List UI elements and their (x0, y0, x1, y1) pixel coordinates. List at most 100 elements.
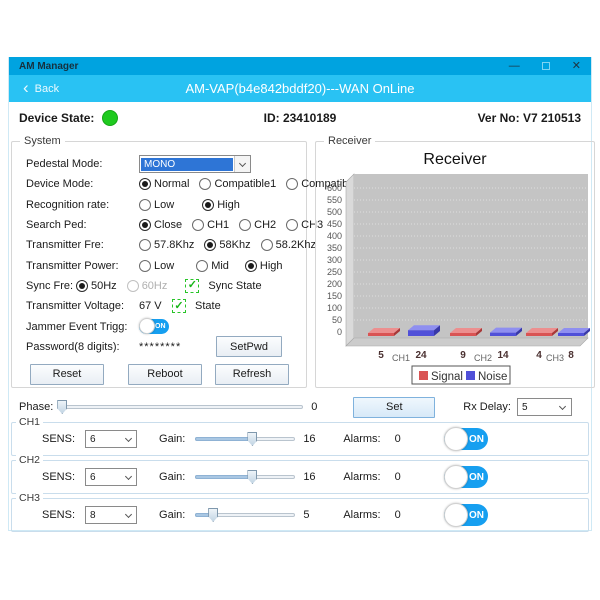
pedestal-mode-label: Pedestal Mode: (26, 158, 139, 170)
ch1-on-toggle[interactable]: ON (444, 428, 488, 450)
setpwd-button[interactable]: SetPwd (216, 336, 282, 357)
radio-ch3[interactable] (286, 219, 298, 231)
svg-text:150: 150 (327, 291, 342, 301)
minimize-icon[interactable]: — (509, 61, 520, 72)
radio-high[interactable] (245, 260, 257, 272)
maximize-icon[interactable] (542, 62, 550, 70)
radio-label: 58Khz (219, 239, 250, 251)
password-row: Password(8 digits): ******** SetPwd (26, 337, 306, 357)
ch1-sens-select[interactable]: 6 (85, 430, 137, 448)
sens-label: SENS: (42, 509, 75, 521)
radio-58khz[interactable] (204, 239, 216, 251)
radio-label: 60Hz (142, 280, 168, 292)
phase-row: Phase: 0 Set Rx Delay: 5 (9, 396, 591, 418)
alarms-value: 0 (395, 509, 401, 521)
slider-track (59, 405, 303, 409)
ch3-groupbox: CH3 SENS: 8 Gain: 5 Alarms: 0 ON (11, 498, 589, 532)
svg-text:Noise: Noise (478, 371, 507, 383)
transmitter-fre-row: Transmitter Fre: 57.8Khz 58Khz 58.2Khz (26, 235, 306, 255)
svg-text:14: 14 (497, 350, 509, 361)
ch2-gain-slider[interactable] (195, 470, 295, 484)
slider-thumb[interactable] (247, 470, 257, 484)
rx-delay-label: Rx Delay: (463, 401, 511, 413)
close-icon[interactable]: ✕ (572, 61, 581, 72)
radio-50hz[interactable] (76, 280, 88, 292)
alarms-label: Alarms: (343, 509, 380, 521)
radio-compatible1[interactable] (199, 178, 211, 190)
reboot-button[interactable]: Reboot (128, 364, 202, 385)
gain-value: 5 (303, 509, 325, 521)
gain-label: Gain: (159, 471, 185, 483)
status-row: Device State: ID: 23410189 Ver No: V7 21… (9, 102, 591, 133)
pedestal-mode-row: Pedestal Mode: MONO (26, 154, 306, 174)
svg-text:0: 0 (337, 327, 342, 337)
svg-text:50: 50 (332, 315, 342, 325)
transmitter-voltage-row: Transmitter Voltage: 67 V State (26, 296, 306, 316)
radio-high[interactable] (202, 199, 214, 211)
refresh-button[interactable]: Refresh (215, 364, 289, 385)
gain-value: 16 (303, 433, 325, 445)
receiver-groupbox-label: Receiver (324, 135, 375, 147)
pedestal-mode-select[interactable]: MONO (139, 155, 251, 173)
transmitter-voltage-label: Transmitter Voltage: (26, 300, 139, 312)
ch1-gain-slider[interactable] (195, 432, 295, 446)
device-id: ID: 23410189 (9, 111, 591, 125)
password-label: Password(8 digits): (26, 341, 139, 353)
device-mode-row: Device Mode: Normal Compatible1 Compatib… (26, 174, 306, 194)
svg-text:CH3: CH3 (546, 353, 564, 363)
radio-ch1[interactable] (192, 219, 204, 231)
toggle-knob (444, 427, 468, 451)
alarms-value: 0 (395, 471, 401, 483)
sens-value: 6 (86, 434, 120, 445)
radio-58-2khz[interactable] (261, 239, 273, 251)
ch3-gain-slider[interactable] (195, 508, 295, 522)
ch2-groupbox: CH2 SENS: 6 Gain: 16 Alarms: 0 ON (11, 460, 589, 494)
sync-state-checkbox[interactable] (185, 279, 199, 293)
transmitter-voltage-value: 67 V (139, 300, 172, 312)
ch2-sens-select[interactable]: 6 (85, 468, 137, 486)
ch2-on-toggle[interactable]: ON (444, 466, 488, 488)
radio-mid[interactable] (196, 260, 208, 272)
radio-label: CH2 (254, 219, 276, 231)
svg-text:300: 300 (327, 255, 342, 265)
radio-close[interactable] (139, 219, 151, 231)
slider-thumb[interactable] (247, 432, 257, 446)
radio-label: Normal (154, 178, 189, 190)
slider-thumb[interactable] (208, 508, 218, 522)
header-band: AM-VAP(b4e842bddf20)---WAN OnLine ‹ Back (9, 75, 591, 102)
state-checkbox[interactable] (172, 299, 186, 313)
svg-text:550: 550 (327, 195, 342, 205)
reset-button[interactable]: Reset (30, 364, 104, 385)
toggle-state-label: ON (155, 323, 166, 330)
toggle-knob (139, 318, 155, 334)
svg-text:CH1: CH1 (392, 353, 410, 363)
radio-label: Close (154, 219, 182, 231)
transmitter-fre-label: Transmitter Fre: (26, 239, 139, 251)
ch1-groupbox: CH1 SENS: 6 Gain: 16 Alarms: 0 ON (11, 422, 589, 456)
radio-compatible2[interactable] (286, 178, 298, 190)
rx-delay-select[interactable]: 5 (517, 398, 572, 416)
radio-label: High (260, 260, 283, 272)
receiver-chart: Receiver05010015020025030035040045050055… (316, 142, 594, 385)
radio-ch2[interactable] (239, 219, 251, 231)
slider-thumb[interactable] (57, 400, 67, 414)
chevron-down-icon (555, 399, 571, 415)
sens-label: SENS: (42, 433, 75, 445)
transmitter-power-label: Transmitter Power: (26, 260, 139, 272)
radio-low[interactable] (139, 260, 151, 272)
set-button[interactable]: Set (353, 397, 435, 418)
phase-value: 0 (311, 401, 331, 413)
radio-label: CH1 (207, 219, 229, 231)
gain-label: Gain: (159, 433, 185, 445)
ch3-sens-select[interactable]: 8 (85, 506, 137, 524)
radio-57-8khz[interactable] (139, 239, 151, 251)
radio-low[interactable] (139, 199, 151, 211)
phase-label: Phase: (19, 401, 53, 413)
radio-normal[interactable] (139, 178, 151, 190)
svg-text:5: 5 (378, 350, 384, 361)
phase-slider[interactable] (59, 400, 303, 414)
jammer-toggle[interactable]: ON (139, 319, 169, 334)
ch3-on-toggle[interactable]: ON (444, 504, 488, 526)
svg-text:450: 450 (327, 219, 342, 229)
screen: { "titlebar": { "app_title": "AM Manager… (0, 0, 600, 600)
